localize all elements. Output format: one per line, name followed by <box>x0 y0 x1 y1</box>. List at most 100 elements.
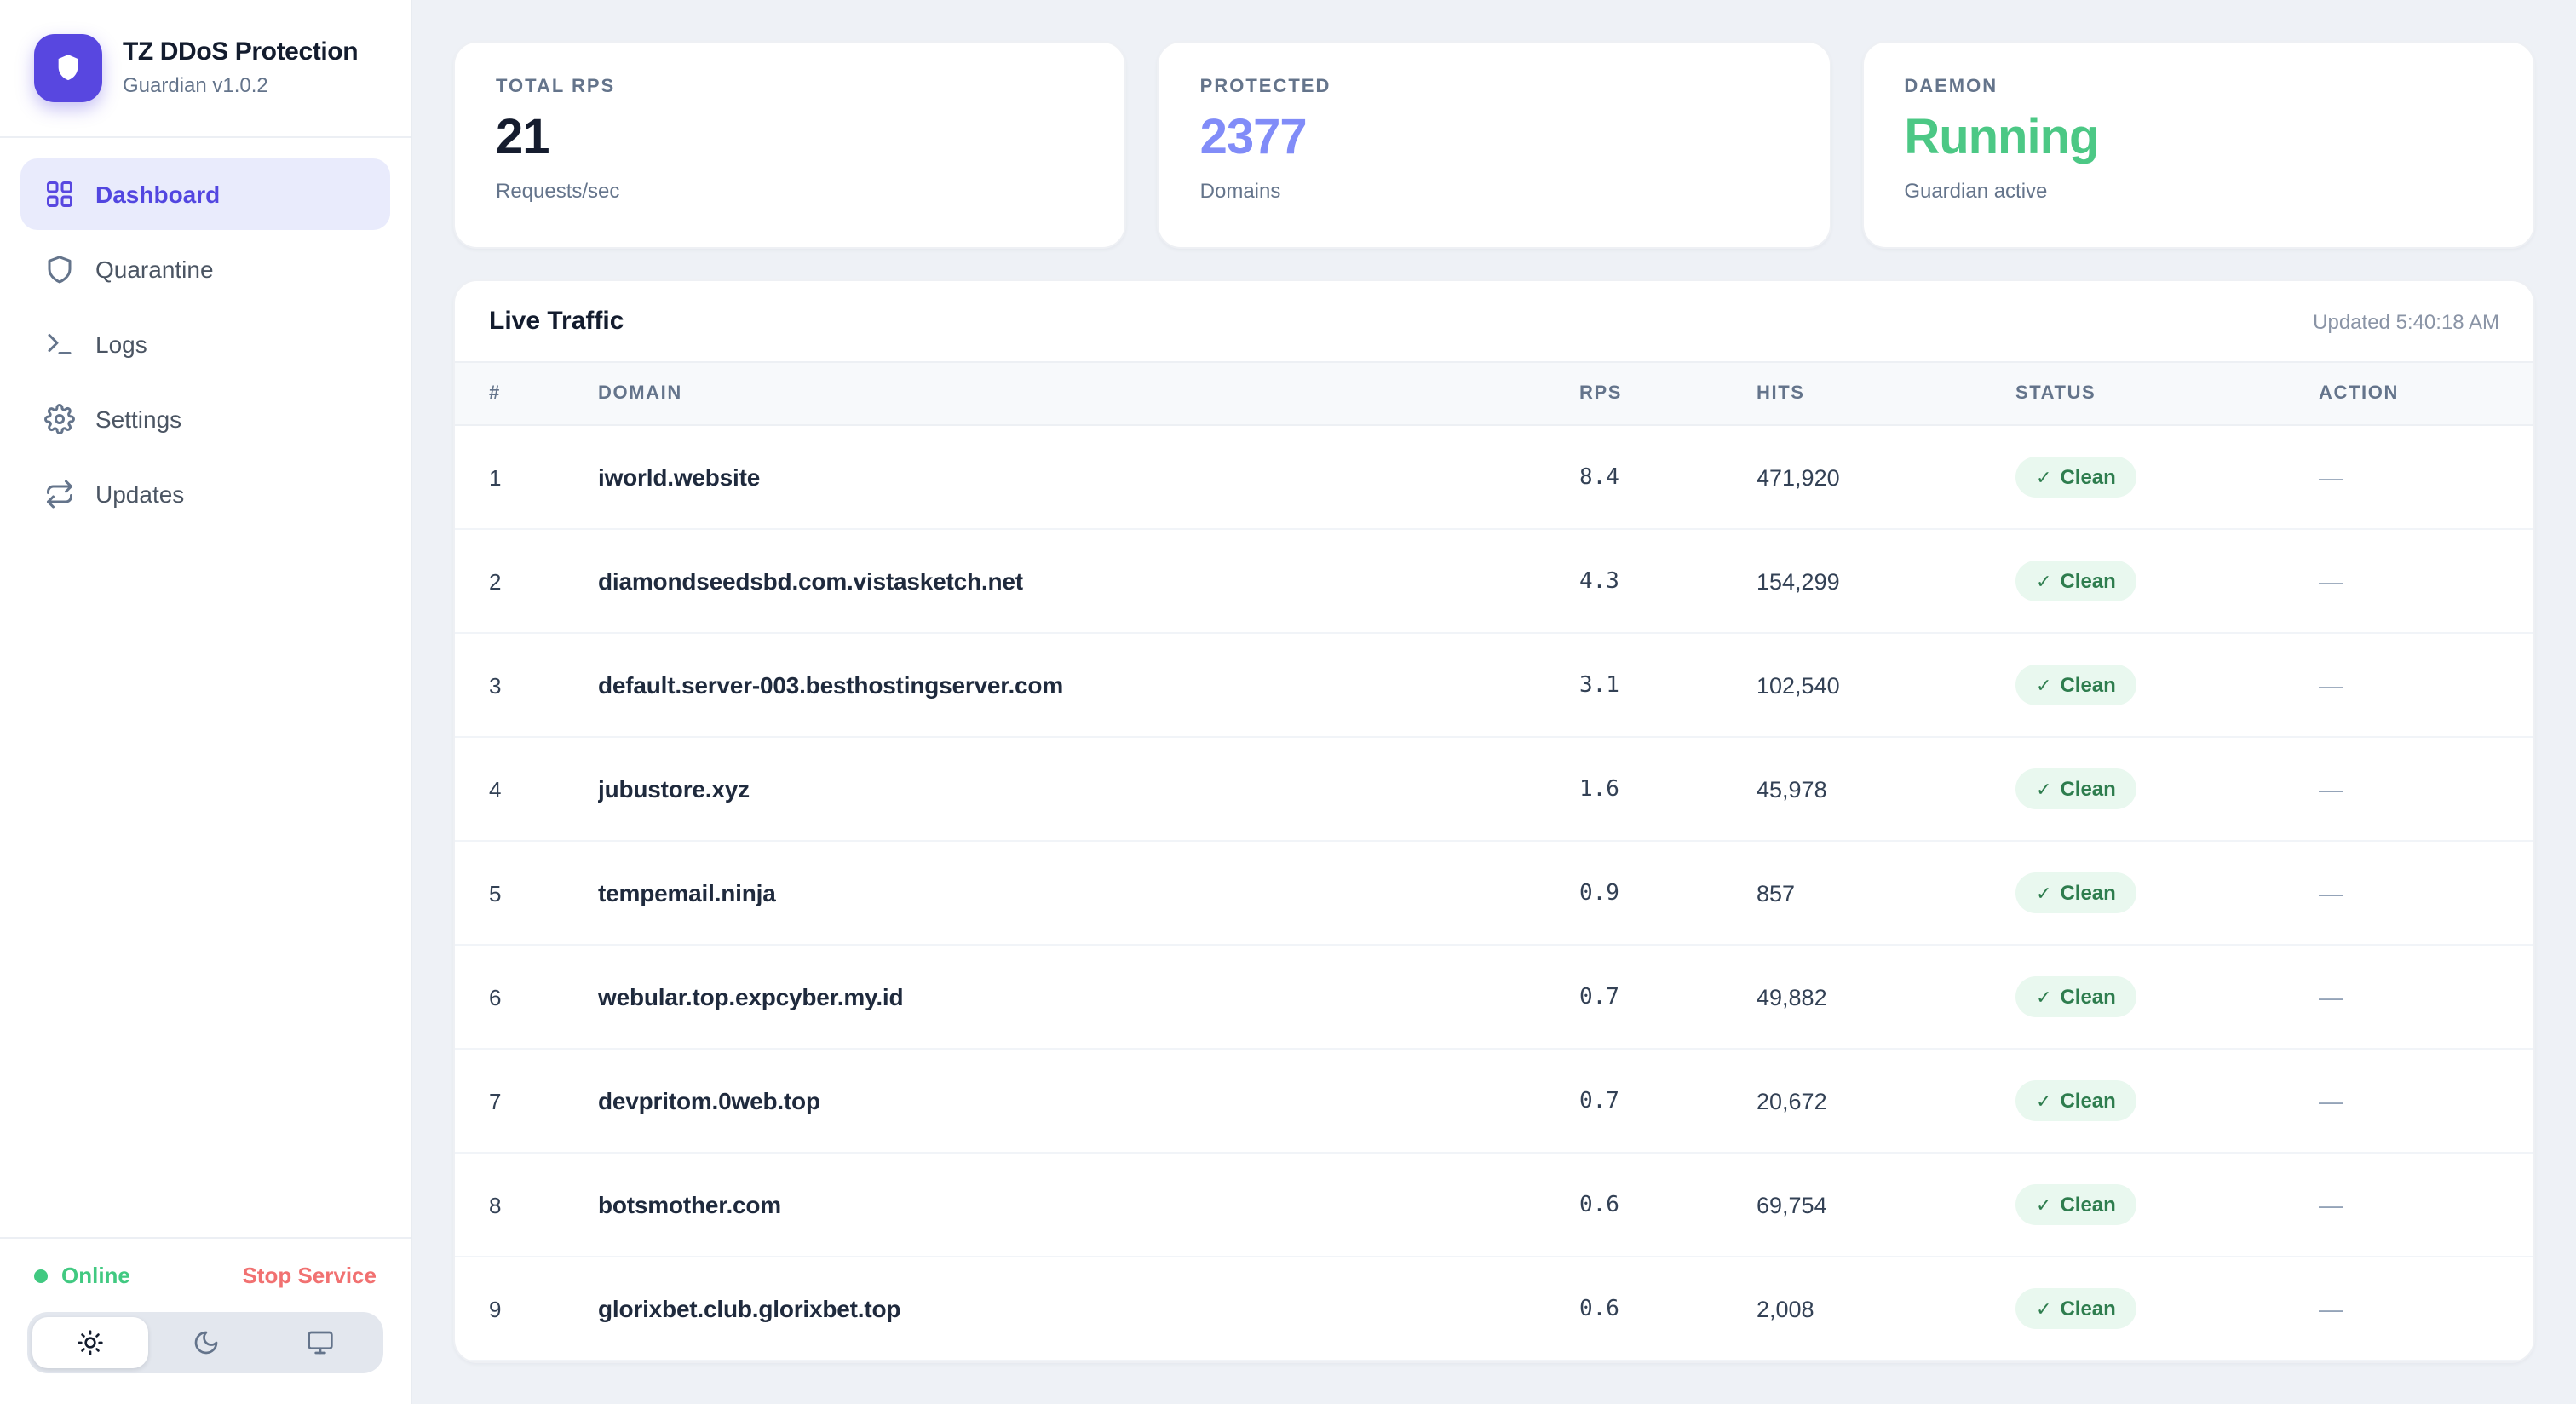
row-domain: glorixbet.club.glorixbet.top <box>598 1257 1579 1361</box>
moon-icon <box>192 1329 219 1356</box>
check-icon: ✓ <box>2036 778 2051 800</box>
stat-card-daemon: DAEMON Running Guardian active <box>1861 41 2535 249</box>
theme-light-button[interactable] <box>32 1317 147 1368</box>
table-row: 9 glorixbet.club.glorixbet.top 0.6 2,008… <box>455 1257 2533 1361</box>
sidebar-item-quarantine[interactable]: Quarantine <box>20 233 390 305</box>
row-status: ✓ Clean <box>2015 945 2319 1049</box>
row-domain: default.server-003.besthostingserver.com <box>598 633 1579 737</box>
row-status: ✓ Clean <box>2015 633 2319 737</box>
row-rank: 3 <box>455 633 598 737</box>
row-action: — <box>2319 841 2533 945</box>
stop-service-button[interactable]: Stop Service <box>242 1263 377 1288</box>
row-rps: 0.6 <box>1579 1257 1757 1361</box>
shield-logo-icon <box>51 51 85 85</box>
row-rps: 1.6 <box>1579 737 1757 841</box>
sidebar-item-logs[interactable]: Logs <box>20 308 390 380</box>
row-rank: 7 <box>455 1049 598 1153</box>
row-hits: 857 <box>1757 841 2015 945</box>
stat-label: PROTECTED <box>1200 77 1789 97</box>
stat-value: Running <box>1904 111 2493 167</box>
check-icon: ✓ <box>2036 882 2051 904</box>
terminal-icon <box>44 329 75 360</box>
theme-toggle <box>27 1312 383 1373</box>
stat-sub: Guardian active <box>1904 179 2493 203</box>
table-row: 1 iworld.website 8.4 471,920 ✓ Clean — <box>455 425 2533 529</box>
online-status: Online <box>34 1263 130 1288</box>
check-icon: ✓ <box>2036 1194 2051 1216</box>
stat-card-total-rps: TOTAL RPS 21 Requests/sec <box>453 41 1127 249</box>
sidebar-footer: Online Stop Service <box>0 1237 411 1404</box>
shield-icon <box>44 254 75 285</box>
status-badge: ✓ Clean <box>2015 976 2136 1017</box>
table-row: 6 webular.top.expcyber.my.id 0.7 49,882 … <box>455 945 2533 1049</box>
check-icon: ✓ <box>2036 674 2051 696</box>
theme-system-button[interactable] <box>263 1317 378 1368</box>
main-content: TOTAL RPS 21 Requests/sec PROTECTED 2377… <box>412 0 2576 1404</box>
stats-row: TOTAL RPS 21 Requests/sec PROTECTED 2377… <box>453 41 2535 249</box>
row-status: ✓ Clean <box>2015 425 2319 529</box>
table-row: 10 soulmodz.0web.top 0.4 35,514 ✓ Clean … <box>455 1361 2533 1363</box>
row-rps: 4.3 <box>1579 529 1757 633</box>
table-row: 3 default.server-003.besthostingserver.c… <box>455 633 2533 737</box>
row-rank: 5 <box>455 841 598 945</box>
sidebar-item-label: Updates <box>95 480 184 508</box>
row-rank: 10 <box>455 1361 598 1363</box>
check-icon: ✓ <box>2036 570 2051 592</box>
row-status: ✓ Clean <box>2015 737 2319 841</box>
status-badge: ✓ Clean <box>2015 561 2136 601</box>
table-row: 2 diamondseedsbd.com.vistasketch.net 4.3… <box>455 529 2533 633</box>
row-rps: 0.4 <box>1579 1361 1757 1363</box>
row-domain: webular.top.expcyber.my.id <box>598 945 1579 1049</box>
sidebar-item-updates[interactable]: Updates <box>20 458 390 530</box>
row-hits: 45,978 <box>1757 737 2015 841</box>
row-action: — <box>2319 529 2533 633</box>
row-domain: iworld.website <box>598 425 1579 529</box>
row-action: — <box>2319 425 2533 529</box>
row-hits: 35,514 <box>1757 1361 2015 1363</box>
row-hits: 69,754 <box>1757 1153 2015 1257</box>
status-badge: ✓ Clean <box>2015 872 2136 913</box>
row-rank: 4 <box>455 737 598 841</box>
row-rps: 0.9 <box>1579 841 1757 945</box>
stat-sub: Domains <box>1200 179 1789 203</box>
status-badge-label: Clean <box>2060 673 2115 697</box>
status-badge-label: Clean <box>2060 1193 2115 1217</box>
row-domain: soulmodz.0web.top <box>598 1361 1579 1363</box>
row-action: — <box>2319 1153 2533 1257</box>
table-row: 8 botsmother.com 0.6 69,754 ✓ Clean — <box>455 1153 2533 1257</box>
check-icon: ✓ <box>2036 986 2051 1008</box>
app-title: TZ DDoS Protection <box>123 37 358 70</box>
row-domain: devpritom.0web.top <box>598 1049 1579 1153</box>
sidebar-item-dashboard[interactable]: Dashboard <box>20 158 390 230</box>
grid-icon <box>44 179 75 210</box>
online-dot-icon <box>34 1269 48 1282</box>
status-badge: ✓ Clean <box>2015 1080 2136 1121</box>
row-action: — <box>2319 1361 2533 1363</box>
row-status: ✓ Clean <box>2015 1257 2319 1361</box>
sun-icon <box>77 1329 104 1356</box>
row-status: ✓ Clean <box>2015 841 2319 945</box>
row-status: ✓ Clean <box>2015 1049 2319 1153</box>
row-domain: botsmother.com <box>598 1153 1579 1257</box>
status-badge-label: Clean <box>2060 777 2115 801</box>
status-badge-label: Clean <box>2060 985 2115 1009</box>
row-rank: 8 <box>455 1153 598 1257</box>
row-domain: diamondseedsbd.com.vistasketch.net <box>598 529 1579 633</box>
sidebar-item-settings[interactable]: Settings <box>20 383 390 455</box>
sidebar-nav: Dashboard Quarantine Logs <box>0 138 411 1237</box>
status-badge: ✓ Clean <box>2015 665 2136 705</box>
row-hits: 20,672 <box>1757 1049 2015 1153</box>
live-traffic-card: Live Traffic Updated 5:40:18 AM # DOMAIN… <box>453 279 2535 1363</box>
stat-label: TOTAL RPS <box>496 77 1084 97</box>
row-rps: 8.4 <box>1579 425 1757 529</box>
status-badge-label: Clean <box>2060 1089 2115 1113</box>
refresh-icon <box>44 479 75 509</box>
row-hits: 102,540 <box>1757 633 2015 737</box>
theme-dark-button[interactable] <box>147 1317 262 1368</box>
table-row: 5 tempemail.ninja 0.9 857 ✓ Clean — <box>455 841 2533 945</box>
live-traffic-header: Live Traffic Updated 5:40:18 AM <box>455 281 2533 363</box>
row-status: ✓ Clean <box>2015 529 2319 633</box>
row-action: — <box>2319 1049 2533 1153</box>
monitor-icon <box>307 1329 334 1356</box>
row-status: ✓ Clean <box>2015 1361 2319 1363</box>
